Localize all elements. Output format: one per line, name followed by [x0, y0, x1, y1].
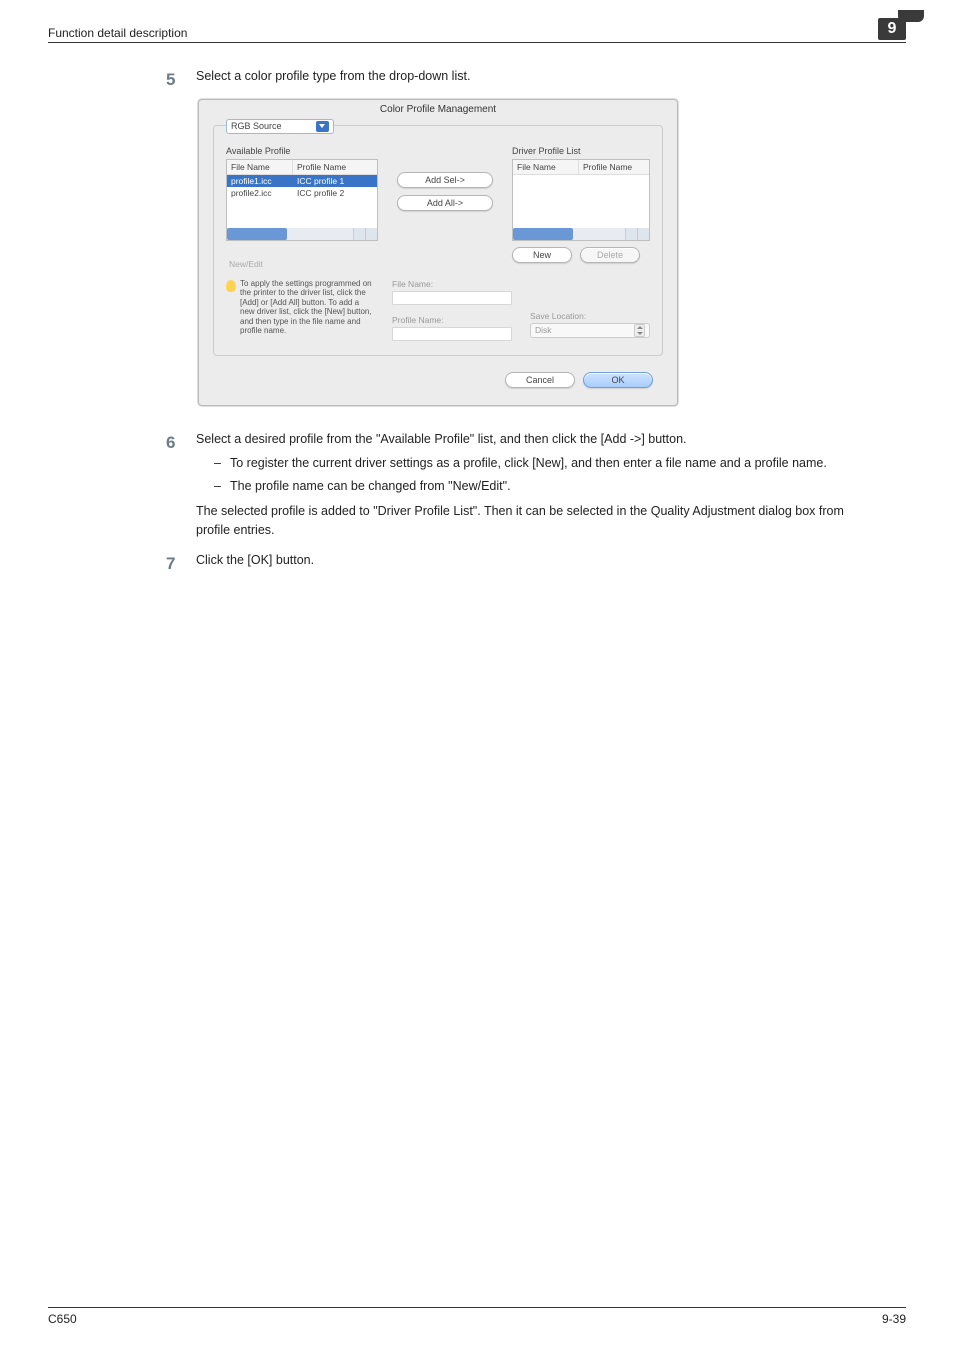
new-edit-label: New/Edit [226, 259, 266, 269]
scroll-thumb[interactable] [513, 228, 573, 240]
color-profile-dialog: Color Profile Management RGB Source Avai… [198, 99, 678, 406]
profile-name-input[interactable] [392, 327, 512, 341]
driver-profile-list[interactable]: File Name Profile Name [512, 159, 650, 241]
cell-profile: ICC profile 2 [297, 188, 344, 198]
header-accent [898, 10, 924, 22]
help-tip: To apply the settings programmed on the … [226, 279, 374, 341]
list-header: File Name Profile Name [227, 160, 377, 175]
scroll-right-icon[interactable] [637, 228, 649, 240]
source-value: RGB Source [231, 121, 282, 131]
scroll-thumb[interactable] [227, 228, 287, 240]
stepper-icon [634, 324, 645, 337]
page-footer: C650 9-39 [48, 1307, 906, 1326]
add-sel-button[interactable]: Add Sel-> [397, 172, 493, 188]
col-profile: Profile Name [579, 160, 649, 174]
col-file: File Name [227, 160, 293, 174]
col-profile: Profile Name [293, 160, 377, 174]
list-row[interactable]: profile2.icc ICC profile 2 [227, 187, 377, 199]
sub-item: To register the current driver settings … [214, 454, 866, 473]
help-text: To apply the settings programmed on the … [240, 279, 374, 341]
profile-name-label: Profile Name: [392, 315, 512, 325]
step-number: 7 [166, 551, 196, 577]
list-row-selected[interactable]: profile1.icc ICC profile 1 [227, 175, 377, 187]
cell-file: profile2.icc [231, 188, 297, 198]
dropdown-arrow-icon [316, 121, 329, 132]
step-number: 6 [166, 430, 196, 540]
list-header: File Name Profile Name [513, 160, 649, 175]
new-button[interactable]: New [512, 247, 572, 263]
dialog-screenshot: Color Profile Management RGB Source Avai… [198, 99, 906, 406]
step-text: Select a desired profile from the "Avail… [196, 430, 866, 449]
save-location-value: Disk [535, 325, 552, 335]
header-title: Function detail description [48, 26, 868, 40]
step-6: 6 Select a desired profile from the "Ava… [166, 430, 866, 540]
file-name-input[interactable] [392, 291, 512, 305]
col-file: File Name [513, 160, 579, 174]
source-dropdown[interactable]: RGB Source [226, 119, 334, 134]
lightbulb-icon [226, 280, 236, 292]
sub-item: The profile name can be changed from "Ne… [214, 477, 866, 496]
step-text: Select a color profile type from the dro… [196, 67, 866, 93]
add-all-button[interactable]: Add All-> [397, 195, 493, 211]
driver-profile-label: Driver Profile List [512, 146, 650, 156]
save-location-label: Save Location: [530, 311, 650, 321]
cell-file: profile1.icc [231, 176, 297, 186]
step-paragraph: The selected profile is added to "Driver… [196, 502, 866, 540]
cell-profile: ICC profile 1 [297, 176, 344, 186]
footer-right: 9-39 [882, 1312, 906, 1326]
step-text: Click the [OK] button. [196, 551, 866, 577]
scrollbar[interactable] [513, 228, 649, 240]
step-5: 5 Select a color profile type from the d… [166, 67, 866, 93]
scroll-right-icon[interactable] [365, 228, 377, 240]
cancel-button[interactable]: Cancel [505, 372, 575, 388]
file-name-label: File Name: [392, 279, 512, 289]
save-location-select[interactable]: Disk [530, 323, 650, 338]
step-number: 5 [166, 67, 196, 93]
step-7: 7 Click the [OK] button. [166, 551, 866, 577]
scrollbar[interactable] [227, 228, 377, 240]
scroll-left-icon[interactable] [625, 228, 637, 240]
scroll-left-icon[interactable] [353, 228, 365, 240]
delete-button[interactable]: Delete [580, 247, 640, 263]
available-profile-list[interactable]: File Name Profile Name profile1.icc ICC … [226, 159, 378, 241]
ok-button[interactable]: OK [583, 372, 653, 388]
page-header: Function detail description 9 [48, 18, 906, 43]
footer-left: C650 [48, 1312, 77, 1326]
available-profile-label: Available Profile [226, 146, 378, 156]
